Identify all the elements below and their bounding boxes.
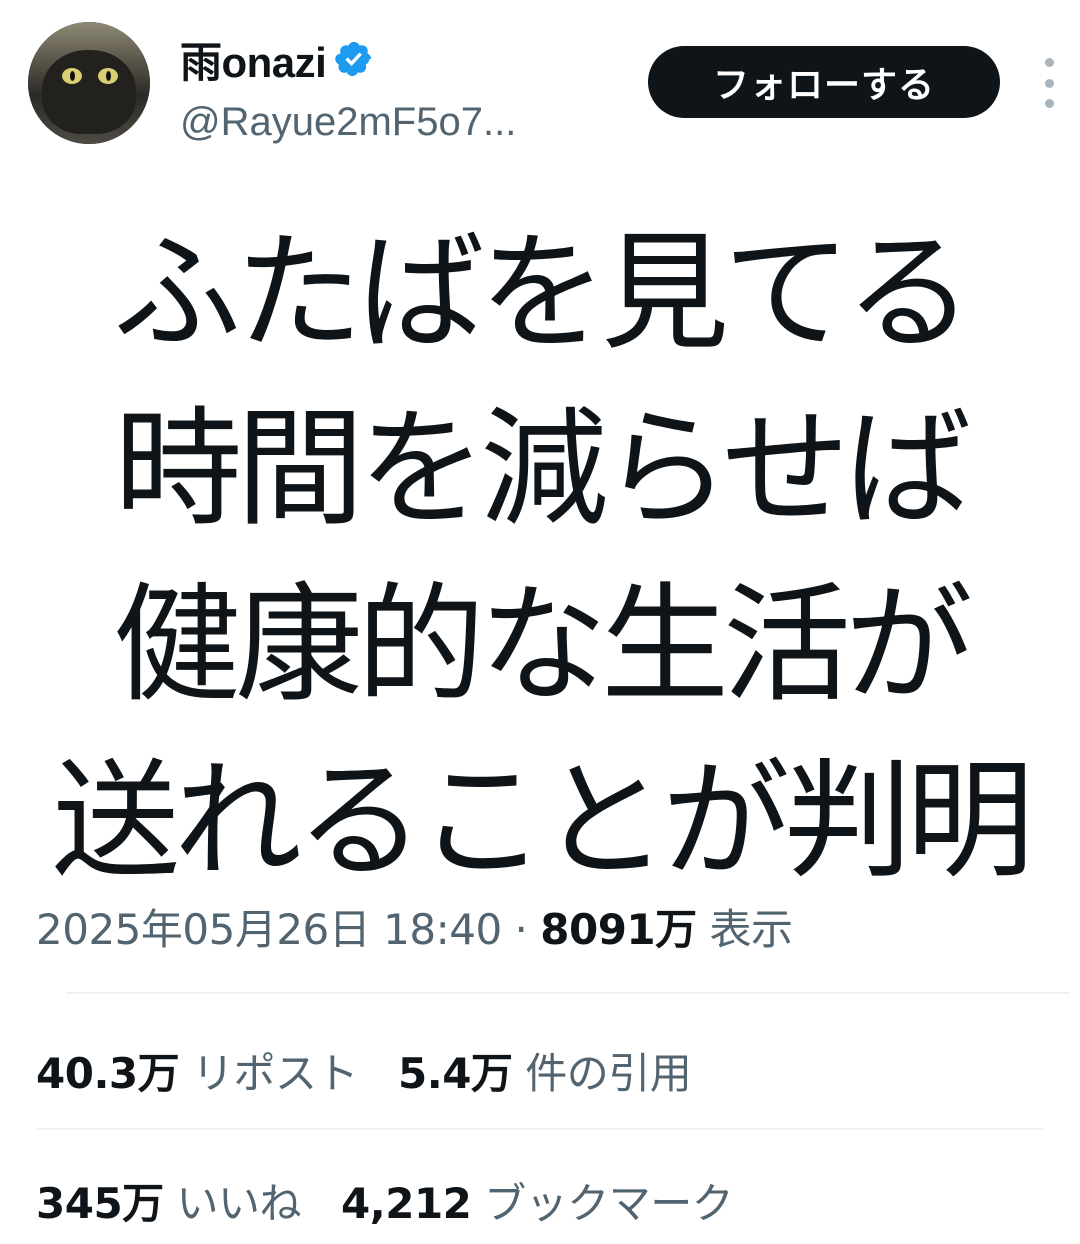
more-dot bbox=[1044, 99, 1054, 108]
avatar-cat-head bbox=[42, 50, 136, 134]
avatar-eye-right bbox=[98, 68, 118, 84]
tweet-text-line: 時間を減らせば bbox=[114, 395, 971, 544]
more-dot bbox=[1044, 58, 1054, 67]
more-dot bbox=[1044, 78, 1054, 88]
views-label: 表示 bbox=[709, 905, 794, 954]
bookmarks-label: ブックマーク bbox=[484, 1179, 734, 1228]
quotes-count: 5.4万 bbox=[398, 1049, 513, 1098]
tweet-text: ふたばを見てる 時間を減らせば 健康的な生活が 送れることが判明 bbox=[40, 206, 1040, 910]
quotes-stat[interactable]: 5.4万 件の引用 bbox=[398, 1049, 692, 1098]
author-display-name[interactable]: 雨onazi bbox=[180, 29, 327, 90]
likes-stat[interactable]: 345万 いいね bbox=[36, 1179, 302, 1228]
tweet-text-line: ふたばを見てる bbox=[112, 219, 973, 368]
reposts-stat[interactable]: 40.3万 リポスト bbox=[36, 1049, 359, 1098]
more-vertical-icon[interactable] bbox=[1034, 58, 1064, 108]
bookmarks-count: 4,212 bbox=[341, 1179, 472, 1228]
tweet-meta: 2025年05月26日 18:40 · 8091万 表示 bbox=[36, 896, 793, 957]
divider bbox=[36, 1128, 1044, 1130]
avatar-eye-left bbox=[62, 68, 82, 84]
likes-count: 345万 bbox=[36, 1179, 164, 1228]
bookmarks-stat[interactable]: 4,212 ブックマーク bbox=[341, 1179, 734, 1228]
likes-label: いいね bbox=[176, 1179, 302, 1228]
reposts-label: リポスト bbox=[192, 1049, 359, 1098]
divider bbox=[66, 992, 1070, 994]
author-handle[interactable]: @Rayue2mF5o7... bbox=[180, 100, 516, 145]
tweet-header: 雨onazi @Rayue2mF5o7... フォローする bbox=[0, 0, 1080, 160]
avatar[interactable] bbox=[28, 22, 150, 144]
tweet-text-line: 健康的な生活が bbox=[112, 571, 973, 720]
stats-row-reposts: 40.3万 リポスト 5.4万 件の引用 bbox=[36, 1040, 692, 1101]
meta-separator: · bbox=[514, 905, 528, 954]
author-name-row[interactable]: 雨onazi bbox=[180, 34, 374, 86]
quotes-label: 件の引用 bbox=[525, 1049, 692, 1098]
reposts-count: 40.3万 bbox=[36, 1049, 180, 1098]
verified-badge-icon bbox=[335, 41, 372, 77]
stats-row-likes: 345万 いいね 4,212 ブックマーク bbox=[36, 1170, 734, 1231]
tweet-timestamp[interactable]: 2025年05月26日 18:40 bbox=[36, 905, 502, 954]
views-count[interactable]: 8091万 bbox=[540, 905, 697, 954]
follow-button[interactable]: フォローする bbox=[648, 46, 1000, 118]
tweet-text-line: 送れることが判明 bbox=[51, 747, 1034, 896]
